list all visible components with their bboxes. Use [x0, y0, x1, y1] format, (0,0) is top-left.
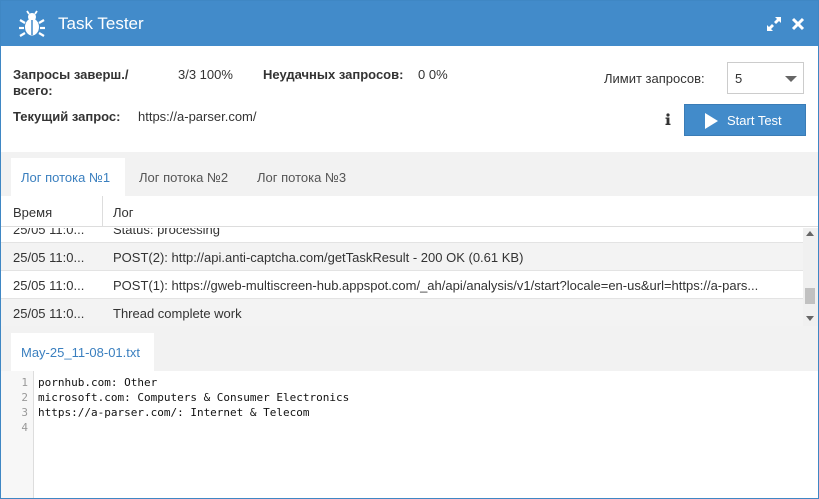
row-message: Status: processing — [113, 228, 220, 237]
window-title: Task Tester — [58, 14, 144, 33]
row-message: POST(2): http://api.anti-captcha.com/get… — [113, 250, 524, 265]
table-row: 25/05 11:0... POST(2): http://api.anti-c… — [1, 243, 803, 271]
log-table-header: Время Лог — [1, 196, 818, 227]
completed-value: 3/3 100% — [178, 67, 233, 82]
column-log[interactable]: Лог — [113, 205, 134, 220]
line-number: 4 — [21, 421, 28, 434]
title-bar: Task Tester — [1, 1, 818, 46]
bug-icon — [19, 10, 45, 37]
scroll-down-icon[interactable] — [806, 316, 814, 321]
limit-select-value: 5 — [735, 71, 743, 86]
current-request-value: https://a-parser.com/ — [138, 109, 257, 124]
column-divider[interactable] — [102, 196, 103, 227]
tab-thread-3[interactable]: Лог потока №3 — [247, 158, 361, 196]
line-number: 1 — [21, 376, 28, 389]
close-icon[interactable] — [789, 15, 807, 33]
tab-thread-1-label: Лог потока №1 — [21, 170, 111, 185]
table-row: 25/05 11:0... Thread complete work — [1, 299, 803, 326]
line-number: 3 — [21, 406, 28, 419]
tab-result-file[interactable]: May-25_11-08-01.txt — [11, 333, 154, 371]
current-request-label: Текущий запрос: — [13, 109, 121, 124]
file-tabs: May-25_11-08-01.txt — [1, 326, 818, 371]
thread-tabs: Лог потока №1 Лог потока №2 Лог потока №… — [1, 152, 818, 196]
row-time: 25/05 11:0... — [13, 278, 85, 293]
task-tester-window: Task Tester Запросы заверш./ всего: 3/3 … — [0, 0, 819, 499]
table-row: 25/05 11:0... POST(1): https://gweb-mult… — [1, 271, 803, 299]
completed-label-total: всего: — [13, 83, 53, 98]
info-icon[interactable] — [662, 112, 674, 126]
failed-value: 0 0% — [418, 67, 448, 82]
scroll-thumb[interactable] — [805, 288, 815, 304]
row-message: Thread complete work — [113, 306, 242, 321]
result-file-label: May-25_11-08-01.txt — [21, 345, 140, 360]
row-message: POST(1): https://gweb-multiscreen-hub.ap… — [113, 278, 759, 293]
table-row: 25/05 11:0... Status: processing — [1, 228, 803, 243]
row-time: 25/05 11:0... — [13, 306, 85, 321]
expand-icon[interactable] — [765, 15, 783, 33]
tab-thread-1[interactable]: Лог потока №1 — [11, 158, 125, 196]
tab-thread-3-label: Лог потока №3 — [257, 170, 347, 185]
limit-label: Лимит запросов: — [604, 71, 705, 86]
tab-thread-2-label: Лог потока №2 — [139, 170, 229, 185]
start-test-button[interactable]: Start Test — [684, 104, 806, 136]
code-line: https://a-parser.com/: Internet & Teleco… — [38, 406, 310, 419]
line-number-gutter: 1 2 3 4 — [1, 371, 34, 498]
limit-select[interactable]: 5 — [727, 62, 804, 94]
log-rows[interactable]: 25/05 11:0... Status: processing 25/05 1… — [1, 228, 803, 326]
log-table: Время Лог 25/05 11:0... Status: processi… — [1, 196, 818, 326]
play-icon — [705, 113, 718, 129]
completed-label: Запросы заверш./ — [13, 67, 129, 82]
row-time: 25/05 11:0... — [13, 250, 85, 265]
log-scrollbar[interactable] — [803, 228, 818, 326]
line-number: 2 — [21, 391, 28, 404]
column-time[interactable]: Время — [13, 205, 52, 220]
scroll-up-icon[interactable] — [806, 231, 814, 236]
code-line: microsoft.com: Computers & Consumer Elec… — [38, 391, 350, 404]
tab-thread-2[interactable]: Лог потока №2 — [129, 158, 243, 196]
row-time: 25/05 11:0... — [13, 228, 85, 237]
chevron-down-icon — [785, 76, 797, 82]
code-line: pornhub.com: Other — [38, 376, 158, 389]
failed-label: Неудачных запросов: — [263, 67, 404, 82]
result-editor[interactable]: 1 2 3 4 pornhub.com: Other microsoft.com… — [1, 371, 818, 498]
start-test-label: Start Test — [727, 113, 782, 128]
